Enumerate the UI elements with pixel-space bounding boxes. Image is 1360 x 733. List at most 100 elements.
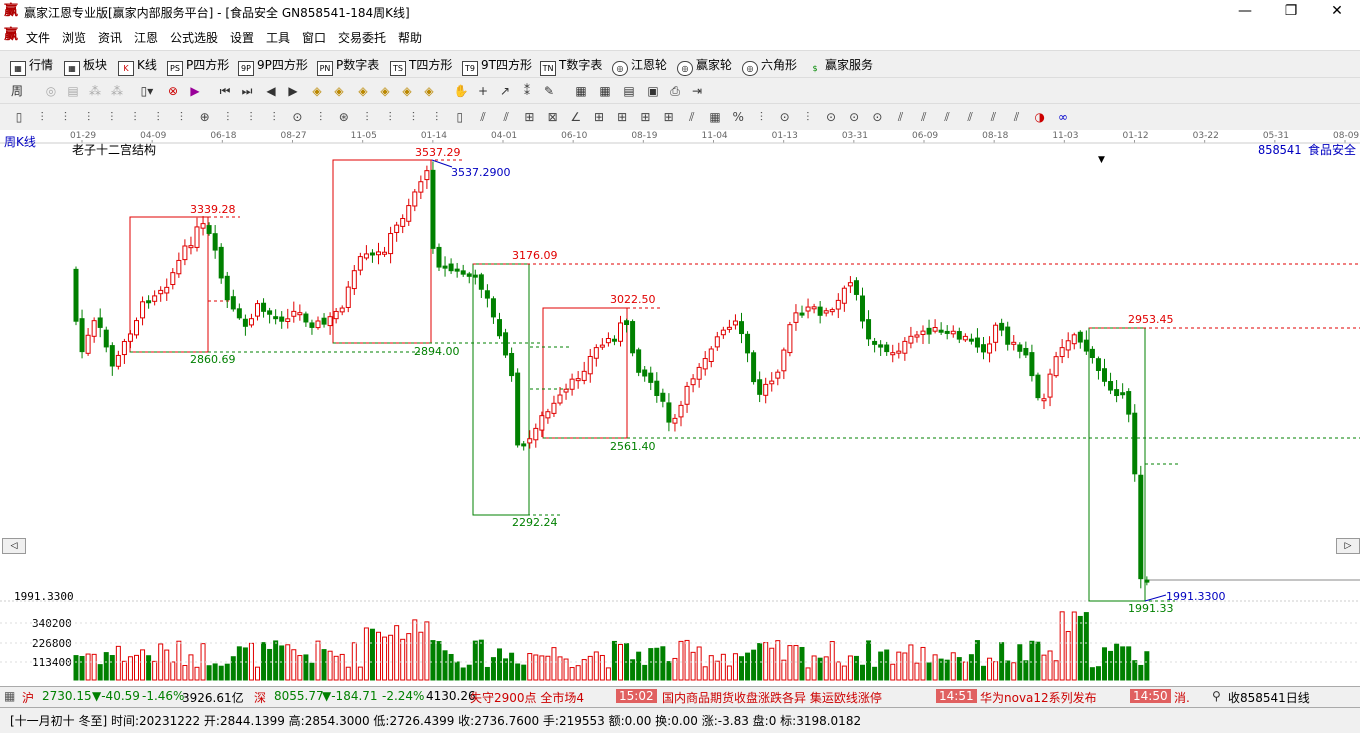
news-ticker-item[interactable]: 失守2900点 全市场4 — [470, 689, 584, 706]
drawing-tool-icon[interactable]: ▯ — [451, 108, 469, 126]
drawing-tool-icon[interactable]: ⫽ — [683, 108, 701, 126]
scroll-left-button[interactable]: ◁ — [2, 538, 26, 554]
menu-info[interactable]: 资讯 — [98, 29, 122, 46]
lock-icon[interactable]: ⊗ — [164, 82, 182, 100]
drawing-tool-icon[interactable]: ∠ — [567, 108, 585, 126]
move-right-icon[interactable]: ▶ — [284, 82, 302, 100]
drawing-tool-icon[interactable]: ⫽ — [497, 108, 515, 126]
drawing-tool-icon[interactable]: ⊞ — [590, 108, 608, 126]
cursor-mode-icon[interactable]: ▯▾ — [138, 82, 156, 100]
crosshair-icon[interactable]: + — [474, 82, 492, 100]
news-ticker-item[interactable]: 消. — [1174, 689, 1190, 706]
drawing-tool-icon[interactable]: ⫽ — [474, 108, 492, 126]
drawing-tool-icon[interactable]: ▯ — [10, 108, 28, 126]
drawing-tool-icon[interactable]: ⫶ — [126, 108, 144, 126]
drawing-tool-icon[interactable]: ⫽ — [892, 108, 910, 126]
drawing-tool-icon[interactable]: ⫶ — [752, 108, 770, 126]
drawing-tool-icon[interactable]: ⫽ — [915, 108, 933, 126]
drawing-tool-icon[interactable]: ⊙ — [868, 108, 886, 126]
hand-icon[interactable]: ✋ — [452, 82, 470, 100]
zoom-in-icon[interactable]: ◈ — [398, 82, 416, 100]
brush-icon[interactable]: ✎ — [540, 82, 558, 100]
drawing-tool-icon[interactable]: ⫽ — [1008, 108, 1026, 126]
scroll-right-button[interactable]: ▷ — [1336, 538, 1360, 554]
drawing-tool-icon[interactable]: ⊙ — [822, 108, 840, 126]
drawing-tool-icon[interactable]: ⫽ — [984, 108, 1002, 126]
restore-button[interactable]: ❐ — [1268, 0, 1314, 24]
drawing-tool-icon[interactable]: ⫶ — [242, 108, 260, 126]
drawing-tool-icon[interactable]: ⊞ — [520, 108, 538, 126]
calculator-icon[interactable]: ▦ — [596, 82, 614, 100]
drawing-tool-icon[interactable]: ∞ — [1054, 108, 1072, 126]
drawing-tool-icon[interactable]: ▦ — [706, 108, 724, 126]
drawing-tool-icon[interactable]: ⫶ — [149, 108, 167, 126]
menu-formula[interactable]: 公式选股 — [170, 29, 218, 46]
tool-quotes[interactable]: ▦ 行情 — [10, 56, 53, 76]
drawing-tool-icon[interactable]: ⊞ — [660, 108, 678, 126]
drawing-tool-icon[interactable]: ⊙ — [845, 108, 863, 126]
drawing-tool-icon[interactable]: ⫽ — [938, 108, 956, 126]
save-icon[interactable]: ▣ — [644, 82, 662, 100]
drawing-tool-icon[interactable]: ⫶ — [312, 108, 330, 126]
last-page-icon[interactable]: ⏭ — [238, 82, 256, 100]
zoom-out-icon[interactable]: ◈ — [420, 82, 438, 100]
drawing-tool-icon[interactable]: ⫶ — [799, 108, 817, 126]
drawing-tool-icon[interactable]: ⫽ — [961, 108, 979, 126]
news-ticker-item[interactable]: 华为nova12系列发布 — [980, 689, 1097, 706]
text-tool-icon[interactable]: ⁑ — [518, 82, 536, 100]
menu-trade[interactable]: 交易委托 — [338, 29, 386, 46]
table-icon[interactable]: ▦ — [4, 689, 15, 703]
menu-tools[interactable]: 工具 — [266, 29, 290, 46]
tool-p-square[interactable]: PS P四方形 — [167, 56, 229, 76]
tool-hexagon[interactable]: ◎ 六角形 — [742, 56, 797, 76]
kline-chart[interactable]: 01-29 04-09 06-18 08-27 11-05 01-14 04-01 06-10… — [0, 129, 1360, 685]
minimize-button[interactable]: — — [1222, 0, 1268, 24]
menu-settings[interactable]: 设置 — [230, 29, 254, 46]
document-icon[interactable]: ▤ — [620, 82, 638, 100]
move-left-icon[interactable]: ◀ — [262, 82, 280, 100]
news-ticker-item[interactable]: 国内商品期货收盘涨跌各异 集运欧线涨停 — [662, 689, 882, 706]
drawing-tool-icon[interactable]: ⫶ — [381, 108, 399, 126]
drawing-tool-icon[interactable]: ⫶ — [358, 108, 376, 126]
tool-t-number[interactable]: TN T数字表 — [540, 56, 602, 76]
drawing-tool-icon[interactable]: ⫶ — [103, 108, 121, 126]
diamond-right-icon[interactable]: ◈ — [330, 82, 348, 100]
drawing-tool-icon[interactable]: ⫶ — [265, 108, 283, 126]
diamond-down-icon[interactable]: ◈ — [376, 82, 394, 100]
drawing-tool-icon[interactable]: ⊕ — [196, 108, 214, 126]
drawing-tool-icon[interactable]: ⫶ — [428, 108, 446, 126]
tool-kline[interactable]: K K线 — [118, 56, 157, 76]
menu-help[interactable]: 帮助 — [398, 29, 422, 46]
tool-gann-wheel[interactable]: ◎ 江恩轮 — [612, 56, 667, 76]
drawing-tool-icon[interactable]: ⊛ — [335, 108, 353, 126]
diamond-left-icon[interactable]: ◈ — [308, 82, 326, 100]
flag-icon[interactable]: ▶ — [186, 82, 204, 100]
drawing-tool-icon[interactable]: % — [729, 108, 747, 126]
tool-service[interactable]: $ 赢家服务 — [808, 56, 873, 75]
drawing-tool-icon[interactable]: ⊙ — [288, 108, 306, 126]
drawing-tool-icon[interactable]: ⫶ — [404, 108, 422, 126]
export-icon[interactable]: ⇥ — [688, 82, 706, 100]
period-dropdown-icon[interactable]: 周▾ — [8, 82, 26, 116]
drawing-tool-icon[interactable]: ⫶ — [219, 108, 237, 126]
menu-file[interactable]: 文件 — [26, 29, 50, 46]
calendar-icon[interactable]: ▦ — [572, 82, 590, 100]
draw-line-icon[interactable]: ↗ — [496, 82, 514, 100]
tool-9p-square[interactable]: 9P 9P四方形 — [238, 56, 308, 76]
menu-gann[interactable]: 江恩 — [134, 29, 158, 46]
diamond-up-icon[interactable]: ◈ — [354, 82, 372, 100]
drawing-tool-icon[interactable]: ⊠ — [544, 108, 562, 126]
tool-t-square[interactable]: TS T四方形 — [390, 56, 452, 76]
close-button[interactable]: ✕ — [1314, 0, 1360, 24]
tool-winner-wheel[interactable]: ◎ 赢家轮 — [677, 56, 732, 76]
drawing-tool-icon[interactable]: ⫶ — [80, 108, 98, 126]
drawing-tool-icon[interactable]: ⫶ — [33, 108, 51, 126]
dropdown-marker-icon[interactable]: ▼ — [1098, 155, 1105, 165]
drawing-tool-icon[interactable]: ⊞ — [613, 108, 631, 126]
print-icon[interactable]: ⎙ — [666, 82, 684, 100]
drawing-tool-icon[interactable]: ⊙ — [776, 108, 794, 126]
tool-9t-square[interactable]: T9 9T四方形 — [462, 56, 532, 76]
menu-window[interactable]: 窗口 — [302, 29, 326, 46]
drawing-tool-icon[interactable]: ⫶ — [56, 108, 74, 126]
drawing-tool-icon[interactable]: ⫶ — [172, 108, 190, 126]
